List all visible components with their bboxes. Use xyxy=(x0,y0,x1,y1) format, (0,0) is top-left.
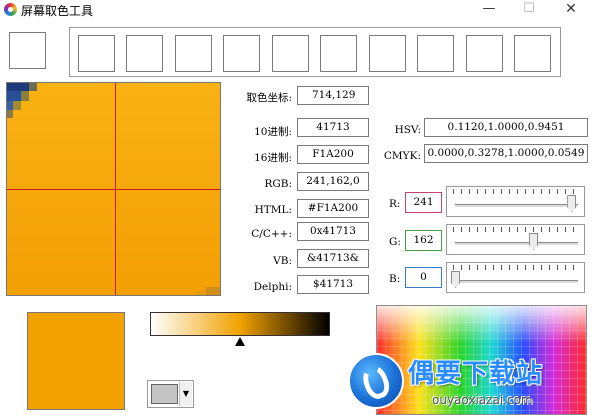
watermark-url: ouyaoxiazai.com xyxy=(432,393,533,407)
cmyk-field[interactable]: 0.0000,0.3278,1.0000,0.0549 xyxy=(424,144,588,163)
zoom-pixel xyxy=(7,91,21,101)
red-slider[interactable] xyxy=(446,186,585,217)
close-button[interactable]: ✕ xyxy=(556,0,586,20)
history-swatch[interactable] xyxy=(175,35,212,72)
html-label: HTML: xyxy=(254,204,292,216)
color-preview xyxy=(27,312,125,410)
coord-field[interactable]: 714,129 xyxy=(297,86,369,105)
dropdown-arrow-icon[interactable]: ▼ xyxy=(179,382,192,406)
slider-track xyxy=(455,280,578,284)
history-swatch[interactable] xyxy=(126,35,163,72)
magnifier-view[interactable] xyxy=(6,82,221,296)
color-combo[interactable]: ▼ xyxy=(147,380,194,408)
zoom-pixel xyxy=(196,290,206,295)
zoom-pixel xyxy=(206,287,220,295)
watermark-title: 偶要下载站 xyxy=(408,359,544,389)
gradient-marker[interactable] xyxy=(235,337,245,346)
history-swatch[interactable] xyxy=(223,35,260,72)
watermark-logo-icon xyxy=(348,353,404,409)
green-slider-thumb[interactable] xyxy=(529,233,539,250)
history-swatch[interactable] xyxy=(466,35,503,72)
history-swatch[interactable] xyxy=(514,35,551,72)
vb-field[interactable]: &41713& xyxy=(297,249,369,268)
html-field[interactable]: #F1A200 xyxy=(297,199,369,218)
history-swatch[interactable] xyxy=(320,35,357,72)
slider-ticks xyxy=(453,265,578,270)
vb-label: VB: xyxy=(273,255,292,267)
zoom-pixel xyxy=(21,91,29,101)
color-history-panel xyxy=(69,27,561,77)
slider-track xyxy=(455,204,578,208)
blue-value-box[interactable]: 0 xyxy=(405,267,442,288)
green-label: G: xyxy=(389,236,401,248)
red-value-box[interactable]: 241 xyxy=(405,192,442,213)
hsv-label: HSV: xyxy=(394,124,421,136)
slider-ticks xyxy=(453,189,578,194)
zoom-pixel xyxy=(7,110,13,118)
hsv-field[interactable]: 0.1120,1.0000,0.9451 xyxy=(424,118,588,137)
hex-label: 16进制: xyxy=(254,152,292,164)
color-wheel-icon xyxy=(4,3,17,16)
history-swatch[interactable] xyxy=(78,35,115,72)
minimize-button[interactable]: — xyxy=(474,0,504,20)
dec-label: 10进制: xyxy=(254,126,292,138)
cpp-field[interactable]: 0x41713 xyxy=(297,222,369,241)
combo-swatch xyxy=(151,384,178,404)
slider-ticks xyxy=(453,227,578,232)
history-swatch[interactable] xyxy=(369,35,406,72)
maximize-button[interactable]: ☐ xyxy=(514,0,544,20)
rgb-field[interactable]: 241,162,0 xyxy=(297,172,369,191)
window-title: 屏幕取色工具 xyxy=(21,4,94,18)
zoom-pixel xyxy=(7,83,29,91)
delphi-label: Delphi: xyxy=(253,281,292,293)
delphi-field[interactable]: $41713 xyxy=(297,275,369,294)
cpp-label: C/C++: xyxy=(251,228,292,240)
zoom-pixel xyxy=(29,83,37,91)
history-swatch[interactable] xyxy=(272,35,309,72)
blue-slider[interactable] xyxy=(446,262,585,293)
slider-track xyxy=(455,242,578,246)
zoom-pixel xyxy=(13,101,21,110)
rgb-label: RGB: xyxy=(264,178,292,190)
history-swatch[interactable] xyxy=(417,35,454,72)
blue-slider-thumb[interactable] xyxy=(451,271,460,288)
watermark: 偶要下载站 ouyaoxiazai.com xyxy=(348,353,594,415)
green-value-box[interactable]: 162 xyxy=(405,230,442,251)
coord-label: 取色坐标: xyxy=(246,92,292,104)
shade-gradient-bar[interactable] xyxy=(150,312,330,336)
title-bar: 屏幕取色工具 — ☐ ✕ xyxy=(0,0,594,20)
red-label: R: xyxy=(389,198,401,210)
crosshair-horizontal xyxy=(7,189,220,190)
red-slider-thumb[interactable] xyxy=(567,195,577,212)
green-slider[interactable] xyxy=(446,224,585,255)
current-color-swatch[interactable] xyxy=(9,32,46,69)
blue-label: B: xyxy=(389,273,401,285)
cmyk-label: CMYK: xyxy=(383,150,421,162)
